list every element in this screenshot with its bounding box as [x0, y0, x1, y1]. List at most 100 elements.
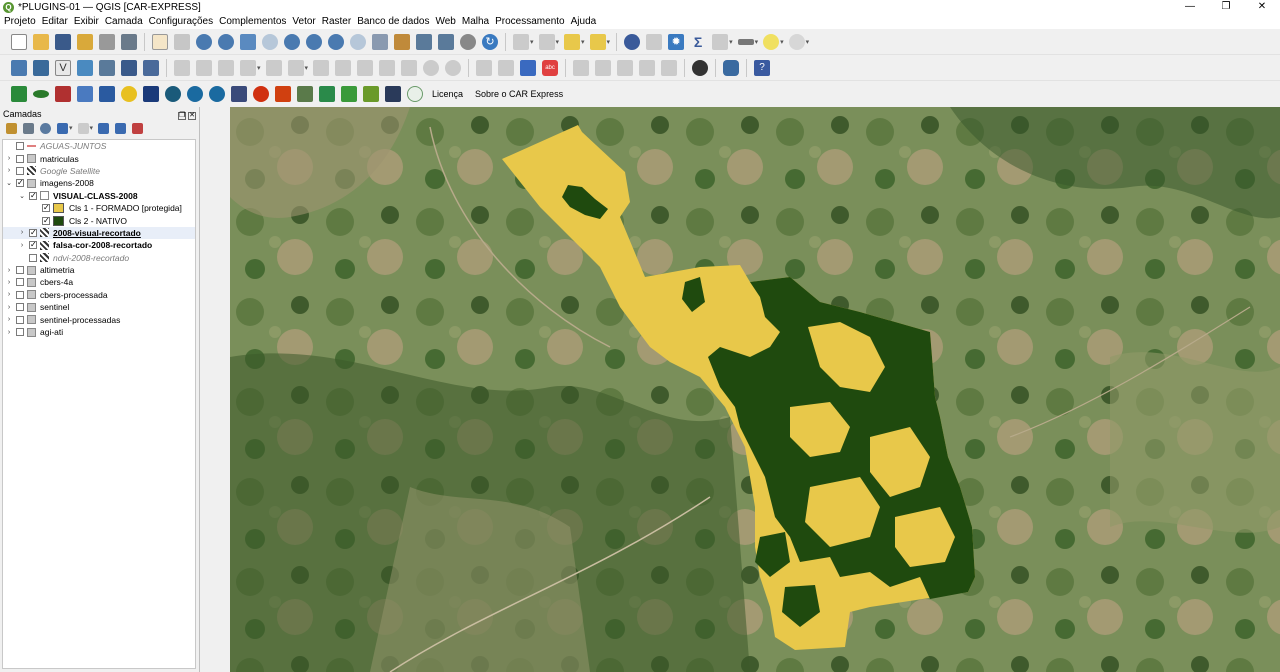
layer-row[interactable]: › cbers-4a: [3, 276, 195, 288]
add-feature-icon[interactable]: [240, 59, 256, 76]
add-raster-icon[interactable]: [121, 59, 137, 76]
panel-float-icon[interactable]: ❐: [178, 111, 186, 120]
new-project-icon[interactable]: [11, 33, 27, 50]
filter-expression-icon[interactable]: [77, 122, 89, 134]
zoom-last-icon[interactable]: [328, 33, 344, 50]
label-abc-icon[interactable]: abc: [542, 59, 559, 76]
layer-row[interactable]: › matriculas: [3, 152, 195, 164]
sobre-car-express-button[interactable]: Sobre o CAR Express: [475, 89, 563, 99]
label-properties-icon[interactable]: [661, 59, 678, 76]
menu-camada[interactable]: Camada: [105, 16, 143, 27]
car-terrain-icon[interactable]: [297, 86, 313, 102]
menu-web[interactable]: Web: [435, 16, 455, 27]
new-map-view-icon[interactable]: [372, 33, 388, 50]
menu-projeto[interactable]: Projeto: [4, 16, 36, 27]
map-canvas[interactable]: [230, 107, 1280, 672]
maximize-button[interactable]: ❐: [1208, 0, 1244, 14]
menu-complementos[interactable]: Complementos: [219, 16, 286, 27]
plugin-globe-icon[interactable]: [692, 59, 709, 76]
car-map-icon[interactable]: [55, 86, 71, 102]
expand-all-icon[interactable]: [98, 122, 110, 134]
layer-row[interactable]: ✓ Cls 1 - FORMADO [protegida]: [3, 202, 195, 214]
layer-visibility-checkbox[interactable]: [16, 166, 24, 175]
expand-arrow-icon[interactable]: ›: [5, 291, 13, 298]
menu-processamento[interactable]: Processamento: [495, 16, 564, 27]
menu-exibir[interactable]: Exibir: [74, 16, 99, 27]
spatial-bookmark-icon[interactable]: [438, 33, 454, 50]
zoom-in-icon[interactable]: [196, 33, 212, 50]
help-icon[interactable]: ?: [754, 59, 771, 76]
zoom-selection-icon[interactable]: [262, 33, 278, 50]
python-console-icon[interactable]: [723, 59, 740, 76]
temporal-controller-icon[interactable]: [460, 33, 476, 50]
undo-icon[interactable]: [423, 59, 440, 76]
car-monitor-icon[interactable]: [385, 86, 401, 102]
layer-visibility-checkbox[interactable]: [16, 142, 24, 151]
layer-row[interactable]: ndvi-2008-recortado: [3, 252, 195, 264]
style-manager-icon[interactable]: [121, 33, 137, 50]
layer-row[interactable]: ⌄ ✓ VISUAL-CLASS-2008: [3, 190, 195, 202]
print-layout-icon[interactable]: [77, 33, 93, 50]
car-compass-icon[interactable]: [209, 86, 225, 102]
layer-visibility-checkbox[interactable]: ✓: [16, 179, 24, 188]
expand-arrow-icon[interactable]: ›: [5, 167, 13, 174]
save-edits-icon[interactable]: [218, 59, 234, 76]
zoom-next-icon[interactable]: [350, 33, 366, 50]
add-delimited-text-icon[interactable]: V: [55, 59, 71, 76]
pan-icon[interactable]: [152, 33, 168, 50]
map-tips-icon[interactable]: [763, 33, 780, 50]
menu-configuracoes[interactable]: Configurações: [149, 16, 213, 27]
save-project-icon[interactable]: [55, 33, 71, 50]
layer-row[interactable]: › Google Satellite: [3, 165, 195, 177]
car-fire-icon[interactable]: [253, 86, 269, 102]
menu-malha[interactable]: Malha: [462, 16, 489, 27]
label-tool-icon[interactable]: [476, 59, 493, 76]
layer-visibility-checkbox[interactable]: [16, 315, 24, 324]
label-move-icon[interactable]: [573, 59, 590, 76]
collapse-all-icon[interactable]: [115, 122, 127, 134]
add-group-icon[interactable]: [23, 122, 34, 134]
layer-visibility-checkbox[interactable]: [29, 253, 37, 262]
select-features-icon[interactable]: [513, 33, 529, 50]
label-show-hide-icon[interactable]: [639, 59, 656, 76]
car-leaf-icon[interactable]: [33, 90, 49, 98]
layer-visibility-checkbox[interactable]: [16, 290, 24, 299]
label-change-icon[interactable]: [617, 59, 634, 76]
add-mesh-icon[interactable]: [143, 59, 159, 76]
panel-close-icon[interactable]: ✕: [188, 111, 196, 120]
edit-pencil-icon[interactable]: [174, 59, 190, 76]
cut-features-icon[interactable]: [357, 59, 374, 76]
toggle-editing-icon[interactable]: [196, 59, 212, 76]
clipboard-icon[interactable]: [401, 59, 418, 76]
car-sun-icon[interactable]: [121, 86, 137, 102]
car-search-icon[interactable]: [187, 86, 203, 102]
layer-visibility-checkbox[interactable]: ✓: [42, 216, 50, 225]
layer-row[interactable]: › altimetria: [3, 264, 195, 276]
layer-row[interactable]: › ✓ falsa-cor-2008-recortado: [3, 239, 195, 251]
menu-vetor[interactable]: Vetor: [292, 16, 315, 27]
menu-ajuda[interactable]: Ajuda: [571, 16, 597, 27]
zoom-layer-icon[interactable]: [284, 33, 300, 50]
car-satellite-icon[interactable]: [143, 86, 159, 102]
attribute-table-icon[interactable]: [646, 33, 663, 50]
expand-arrow-icon[interactable]: ›: [5, 279, 13, 286]
layout-manager-icon[interactable]: [99, 33, 115, 50]
car-info-icon[interactable]: [407, 86, 423, 102]
show-bookmarks-icon[interactable]: [416, 33, 432, 50]
expand-arrow-icon[interactable]: ›: [5, 267, 13, 274]
copy-features-icon[interactable]: [313, 59, 330, 76]
settings-gear-icon[interactable]: ✹: [668, 33, 685, 50]
expand-arrow-icon[interactable]: ›: [5, 329, 13, 336]
close-button[interactable]: ✕: [1244, 0, 1280, 14]
redo-icon[interactable]: [445, 59, 462, 76]
layer-row[interactable]: › sentinel: [3, 301, 195, 313]
car-heat-icon[interactable]: [275, 86, 291, 102]
pan-to-selection-icon[interactable]: [174, 33, 190, 50]
layer-row[interactable]: › sentinel-processadas: [3, 313, 195, 325]
expand-arrow-icon[interactable]: ›: [18, 229, 26, 236]
layer-visibility-checkbox[interactable]: [16, 328, 24, 337]
label-highlight-icon[interactable]: [520, 59, 537, 76]
layer-visibility-checkbox[interactable]: [16, 266, 24, 275]
open-layer-styling-icon[interactable]: [6, 122, 17, 134]
expand-arrow-icon[interactable]: ⌄: [18, 192, 26, 200]
